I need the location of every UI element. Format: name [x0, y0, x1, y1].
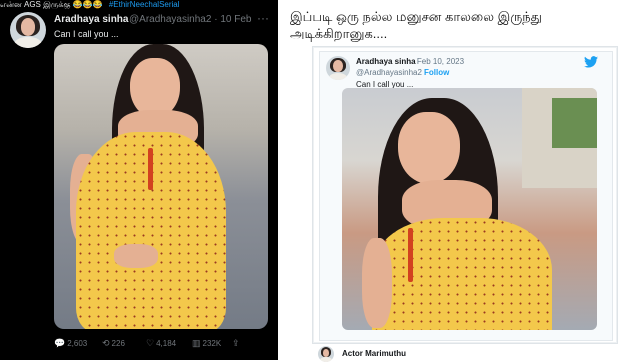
more-icon[interactable]: ···	[257, 11, 269, 25]
embedded-handle[interactable]: @Aradhayasinha2 ·	[356, 68, 427, 77]
follow-button[interactable]: Follow	[424, 68, 449, 77]
like-action[interactable]: ♡ 4,184	[146, 338, 176, 349]
embedded-tweet-card: Aradhaya sinha · Feb 10, 2023 @Aradhayas…	[312, 46, 618, 344]
chart-icon: ▥	[192, 338, 201, 348]
tweet-actions: 💬 2,603 ⟲ 226 ♡ 4,184 ▥ 232K ⇪	[54, 338, 274, 350]
author-name[interactable]: Aradhaya sinha	[54, 14, 128, 25]
retweet-action[interactable]: ⟲ 226	[102, 338, 125, 349]
meme-caption: இப்படி ஒரு நல்ல மனுசன காலலை இருந்து அடிக…	[290, 9, 542, 41]
author-handle[interactable]: @Aradhayasinha2 · 10 Feb	[129, 14, 251, 25]
retweet-icon: ⟲	[102, 338, 110, 348]
top-cropped-text: என்ன AGS இருக்கு 😂😂😂 #EthirNeechalSerial	[0, 0, 278, 9]
hashtag-link[interactable]: #EthirNeechalSerial	[109, 0, 180, 9]
embedded-date: · Feb 10, 2023	[412, 57, 465, 66]
top-line-text: என்ன AGS இருக்கு 😂😂😂	[0, 0, 103, 9]
bottom-author-name[interactable]: Actor Marimuthu	[342, 349, 406, 358]
embedded-avatar[interactable]	[326, 56, 350, 80]
heart-icon: ♡	[146, 338, 155, 348]
dark-tweet-panel: என்ன AGS இருக்கு 😂😂😂 #EthirNeechalSerial…	[0, 0, 278, 360]
tweet-photo[interactable]	[54, 44, 268, 329]
views-action[interactable]: ▥ 232K	[192, 338, 221, 349]
avatar[interactable]	[10, 12, 46, 48]
tweet-text: Can I call you ...	[54, 29, 119, 39]
share-action[interactable]: ⇪	[232, 338, 242, 349]
reply-action[interactable]: 💬 2,603	[54, 338, 87, 349]
share-icon: ⇪	[232, 338, 240, 348]
embedded-author-name[interactable]: Aradhaya sinha	[356, 57, 416, 66]
twitter-bird-icon	[584, 56, 598, 68]
embedded-tweet-photo[interactable]	[342, 88, 597, 330]
reply-icon: 💬	[54, 338, 66, 348]
